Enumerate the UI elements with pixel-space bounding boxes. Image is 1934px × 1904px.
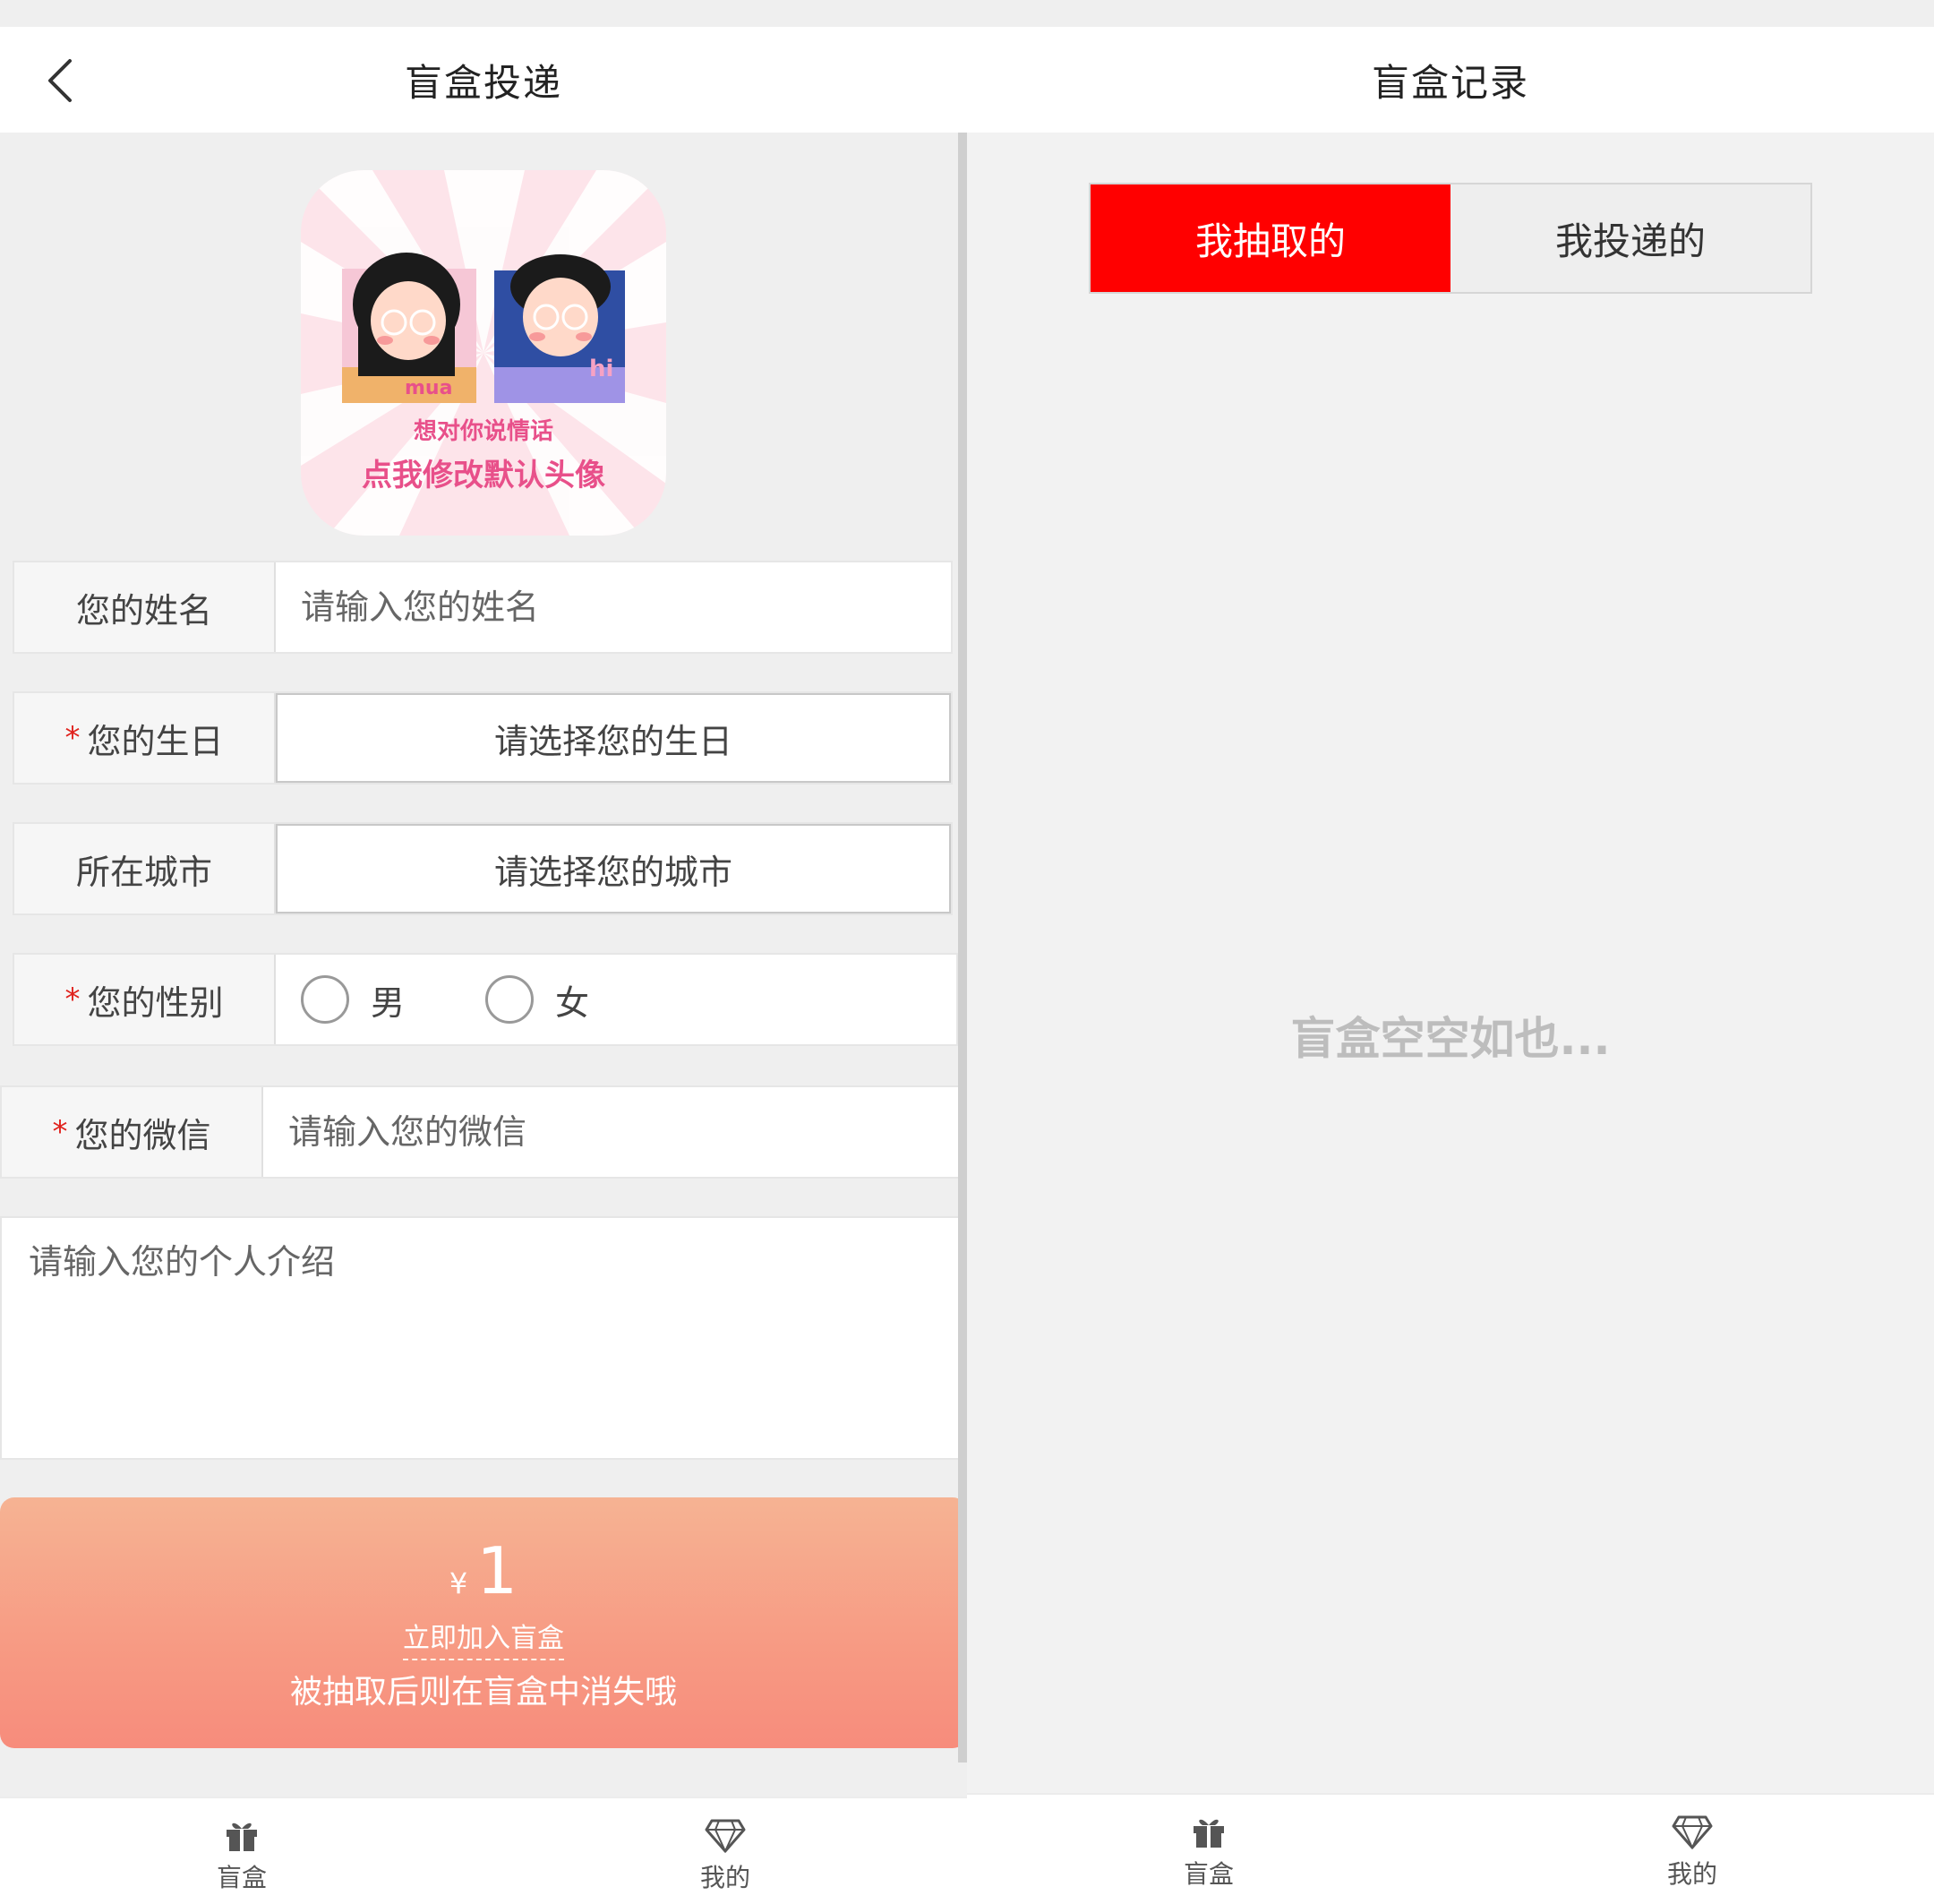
wechat-label: * 您的微信 [2, 1087, 263, 1177]
tab-label: 我的 [1666, 1859, 1717, 1889]
tab-label: 我的 [699, 1863, 750, 1892]
wechat-row: * 您的微信 [0, 1085, 960, 1179]
gift-icon [1194, 1819, 1224, 1848]
gift-icon [227, 1823, 257, 1851]
birthday-label: * 您的生日 [14, 693, 276, 783]
intro-textarea[interactable] [29, 1234, 938, 1442]
scrollbar[interactable] [958, 133, 967, 1762]
birthday-picker[interactable]: 请选择您的生日 [276, 693, 951, 783]
page-title: 盲盒投递 [404, 60, 562, 105]
tab-drawn[interactable]: 我抽取的 [1091, 184, 1450, 292]
currency-symbol: ¥ [449, 1566, 468, 1600]
gender-options: 男 女 [276, 955, 956, 1044]
wechat-field-wrap [263, 1087, 958, 1177]
blindbox-submit-screen: 盲盒投递 mua hi 想对你说情话 点我修改默认头像 您的姓名 请输入您的姓名… [0, 27, 967, 1904]
required-mark: * [64, 720, 81, 756]
name-row: 您的姓名 [13, 561, 953, 654]
name-label: 您的姓名 [14, 562, 276, 652]
avatar-text-line1: 想对你说情话 [414, 418, 553, 445]
back-arrow-icon[interactable] [36, 54, 90, 107]
avatar-text-line2: 点我修改默认头像 [362, 458, 605, 493]
gender-option-label: 男 [371, 982, 406, 1023]
wechat-label-text: 您的微信 [74, 1115, 211, 1155]
name-field-wrap [276, 562, 951, 652]
name-input[interactable] [301, 587, 951, 627]
tab-submitted[interactable]: 我投递的 [1450, 184, 1810, 292]
tab-blindbox[interactable]: 盲盒 [0, 1798, 484, 1904]
gender-label: * 您的性别 [14, 955, 276, 1044]
gender-radio-male[interactable]: 男 [301, 975, 405, 1025]
radio-circle [301, 975, 349, 1024]
avatar-illustration: mua hi 想对你说情话 点我修改默认头像 [301, 170, 666, 536]
gender-option-label: 女 [555, 982, 590, 1023]
page-title: 盲盒记录 [1371, 60, 1529, 105]
birthday-row: * 您的生日 请选择您的生日 [13, 691, 953, 785]
radio-circle [485, 975, 535, 1024]
records-segmented-control: 我抽取的 我投递的 [1089, 183, 1812, 294]
gender-radio-female[interactable]: 女 [485, 975, 589, 1025]
gender-row: * 您的性别 男 女 [13, 953, 958, 1046]
city-label: 所在城市 [14, 824, 276, 913]
intro-box [0, 1216, 967, 1460]
avatar-tag-right: hi [589, 356, 613, 382]
tab-mine[interactable]: 我的 [484, 1798, 967, 1904]
name-label-text: 您的姓名 [75, 590, 212, 630]
price-amount: 1 [476, 1533, 518, 1608]
join-blindbox-button[interactable]: ¥ 1 立即加入盲盒 被抽取后则在盲盒中消失哦 [0, 1497, 967, 1748]
diamond-icon [705, 1819, 746, 1853]
bottom-tabbar: 盲盒 我的 [967, 1793, 1934, 1904]
nav-header: 盲盒记录 [967, 27, 1934, 133]
tab-drawn-label: 我抽取的 [1194, 219, 1346, 263]
tab-mine[interactable]: 我的 [1450, 1795, 1934, 1904]
required-mark: * [52, 1114, 68, 1150]
required-mark: * [64, 982, 81, 1017]
nav-header: 盲盒投递 [0, 27, 967, 133]
status-bar [0, 0, 1934, 27]
bottom-tabbar: 盲盒 我的 [0, 1797, 967, 1904]
city-picker[interactable]: 请选择您的城市 [276, 824, 951, 913]
gender-label-text: 您的性别 [87, 982, 224, 1023]
city-row: 所在城市 请选择您的城市 [13, 822, 953, 915]
price: ¥ 1 [449, 1533, 518, 1608]
tab-submitted-label: 我投递的 [1554, 219, 1706, 263]
tab-label: 盲盒 [1183, 1859, 1234, 1889]
tab-label: 盲盒 [216, 1863, 267, 1892]
join-note: 被抽取后则在盲盒中消失哦 [289, 1674, 677, 1711]
wechat-input[interactable] [288, 1112, 958, 1152]
city-label-text: 所在城市 [75, 852, 212, 892]
birthday-picker-text: 请选择您的生日 [493, 721, 732, 761]
avatar-upload[interactable]: mua hi 想对你说情话 点我修改默认头像 [301, 170, 666, 536]
join-action-label: 立即加入盲盒 [403, 1616, 564, 1660]
empty-state-text: 盲盒空空如也... [1290, 1013, 1611, 1065]
avatar-tag-left: mua [405, 377, 452, 399]
birthday-label-text: 您的生日 [87, 721, 224, 761]
diamond-icon [1672, 1815, 1713, 1849]
city-picker-text: 请选择您的城市 [493, 852, 732, 892]
blindbox-records-screen: 盲盒记录 我抽取的 我投递的 盲盒空空如也... 盲盒 我的 [967, 27, 1934, 1904]
tab-blindbox[interactable]: 盲盒 [967, 1795, 1450, 1904]
